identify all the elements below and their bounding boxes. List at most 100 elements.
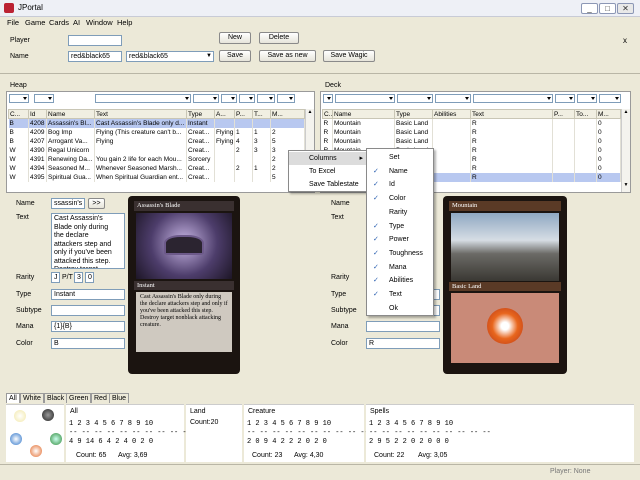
scroll-up-icon[interactable]: ▲ — [306, 109, 314, 118]
filter-dropdown[interactable] — [277, 94, 295, 103]
detail-name-input[interactable]: ssassin's E — [51, 198, 85, 209]
green-mana-icon[interactable] — [50, 433, 62, 445]
detail-toughness-input[interactable]: 0 — [85, 272, 94, 283]
white-mana-icon[interactable] — [14, 410, 26, 422]
scroll-down-icon[interactable]: ▼ — [622, 182, 630, 191]
filter-dropdown[interactable] — [239, 94, 255, 103]
tab-blue[interactable]: Blue — [109, 393, 130, 403]
save-as-new-button[interactable]: Save as new — [259, 50, 316, 62]
deck-detail-color-input[interactable]: R — [366, 338, 440, 349]
column-header[interactable]: Id — [28, 109, 47, 119]
table-row[interactable]: RMountainBasic LandR0 — [322, 136, 621, 146]
filter-dropdown[interactable] — [473, 94, 553, 103]
column-header[interactable]: Name — [332, 109, 395, 119]
table-row[interactable]: RMountainBasic LandR0 — [322, 118, 621, 128]
tab-white[interactable]: White — [20, 393, 44, 403]
save-button[interactable]: Save — [219, 50, 251, 62]
column-header[interactable]: P... — [234, 109, 253, 119]
columns-submenu-item[interactable]: ✓ Mana — [367, 261, 433, 274]
table-row[interactable]: W 4394 Seasoned M... Whenever Seasoned Mars… — [8, 163, 305, 173]
column-header[interactable]: C... — [8, 109, 29, 119]
deck-select[interactable]: red&black65 — [126, 51, 214, 62]
context-menu-to-excel[interactable]: To Excel — [289, 165, 367, 178]
black-mana-icon[interactable] — [42, 409, 54, 421]
columns-submenu-item[interactable]: ✓ Name — [367, 165, 433, 178]
column-header[interactable]: Text — [470, 109, 553, 119]
close-button[interactable]: ✕ — [617, 3, 634, 14]
detail-subtype-input[interactable] — [51, 305, 125, 316]
menu-file[interactable]: File — [7, 18, 19, 27]
column-header[interactable]: A... — [214, 109, 235, 119]
detail-text-area[interactable]: Cast Assassin's Blade only during the de… — [51, 213, 125, 269]
tab-green[interactable]: Green — [66, 393, 92, 403]
columns-submenu-item[interactable]: Rarity — [367, 206, 433, 219]
filter-dropdown[interactable] — [555, 94, 575, 103]
column-header[interactable]: Name — [46, 109, 95, 119]
filter-dropdown[interactable] — [193, 94, 219, 103]
context-menu-columns[interactable]: Columns ▸ — [289, 152, 367, 165]
detail-mana-input[interactable]: {1}{B} — [51, 321, 125, 332]
table-row[interactable]: W 4390 Regal Unicorn Creat... 2 3 3 — [8, 145, 305, 155]
columns-submenu-item[interactable]: ✓ Power — [367, 233, 433, 246]
filter-dropdown[interactable] — [599, 94, 621, 103]
menu-help[interactable]: Help — [117, 18, 132, 27]
maximize-button[interactable]: □ — [599, 3, 616, 14]
tab-red[interactable]: Red — [91, 393, 110, 403]
player-field[interactable] — [68, 35, 122, 46]
filter-dropdown[interactable] — [9, 94, 29, 103]
filter-dropdown[interactable] — [95, 94, 191, 103]
columns-submenu-item[interactable]: ✓ Toughness — [367, 247, 433, 260]
column-header[interactable]: M... — [596, 109, 621, 119]
deck-detail-mana-input[interactable] — [366, 321, 440, 332]
column-header[interactable]: Text — [94, 109, 187, 119]
table-row[interactable]: B 4208 Assassin's Bl... Cast Assassin's Bla… — [8, 118, 305, 128]
save-wagic-button[interactable]: Save Wagic — [323, 50, 375, 62]
filter-dropdown[interactable] — [34, 94, 54, 103]
detail-color-input[interactable]: B — [51, 338, 125, 349]
detail-type-input[interactable]: Instant — [51, 289, 125, 300]
new-button[interactable]: New — [219, 32, 251, 44]
table-row[interactable]: B 4209 Bog Imp Flying (This creature can't … — [8, 127, 305, 137]
filter-dropdown[interactable] — [323, 94, 333, 103]
columns-submenu-item[interactable]: ✓ Abilities — [367, 274, 433, 287]
filter-dropdown[interactable] — [257, 94, 275, 103]
table-row[interactable]: RMountainBasic LandR0 — [322, 127, 621, 137]
go-button[interactable]: >> — [88, 198, 105, 209]
filter-dropdown[interactable] — [435, 94, 471, 103]
menu-window[interactable]: Window — [86, 18, 113, 27]
close-player-icon[interactable]: x — [623, 36, 627, 45]
menu-game[interactable]: Game — [25, 18, 45, 27]
column-header[interactable]: To... — [574, 109, 597, 119]
delete-button[interactable]: Delete — [259, 32, 299, 44]
column-header[interactable]: P... — [552, 109, 575, 119]
deck-scrollbar[interactable]: ▲ ▼ — [621, 109, 630, 192]
red-mana-icon[interactable] — [30, 445, 42, 457]
columns-submenu-item[interactable]: ✓ Color — [367, 192, 433, 205]
columns-submenu-item[interactable]: ✓ Id — [367, 178, 433, 191]
detail-rarity-input[interactable]: J — [51, 272, 60, 283]
columns-submenu-item[interactable]: Ok — [367, 302, 433, 315]
columns-submenu-item[interactable]: ✓ Text — [367, 288, 433, 301]
column-header[interactable]: C... — [322, 109, 333, 119]
column-header[interactable]: Abilities — [432, 109, 471, 119]
detail-power-input[interactable]: 3 — [74, 272, 83, 283]
minimize-button[interactable]: _ — [581, 3, 598, 14]
filter-dropdown[interactable] — [221, 94, 237, 103]
deck-name-input[interactable]: red&black65 — [68, 51, 122, 62]
columns-submenu-item[interactable]: ✓ Type — [367, 220, 433, 233]
column-header[interactable]: Type — [186, 109, 215, 119]
tab-black[interactable]: Black — [44, 393, 68, 403]
table-row[interactable]: W 4391 Renewing Da... You gain 2 life for e… — [8, 154, 305, 164]
column-header[interactable]: Type — [394, 109, 433, 119]
filter-dropdown[interactable] — [335, 94, 395, 103]
blue-mana-icon[interactable] — [10, 433, 22, 445]
context-menu-save-tablestate[interactable]: Save Tablestate — [289, 178, 367, 191]
table-row[interactable]: W 4395 Spiritual Gua... When Spiritual Guar… — [8, 172, 305, 182]
column-header[interactable]: T... — [252, 109, 271, 119]
filter-dropdown[interactable] — [577, 94, 597, 103]
table-row[interactable]: B 4207 Arrogant Va... Flying Creat... Flying 4… — [8, 136, 305, 146]
columns-submenu-item[interactable]: Set — [367, 151, 433, 164]
scroll-up-icon[interactable]: ▲ — [622, 109, 630, 118]
menu-ai[interactable]: AI — [73, 18, 80, 27]
tab-all[interactable]: All — [6, 393, 20, 403]
